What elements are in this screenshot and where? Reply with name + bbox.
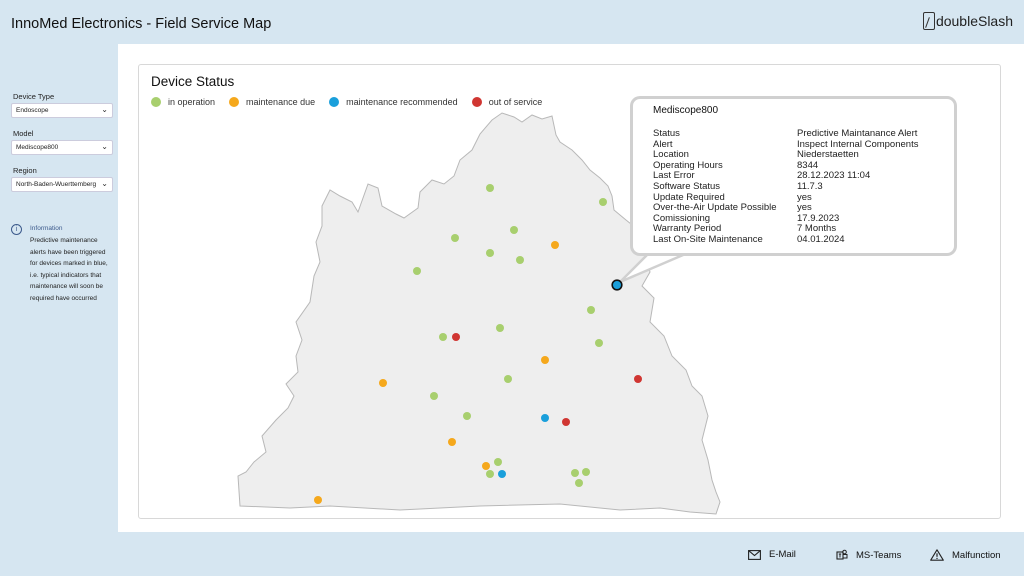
device-marker-in-operation	[496, 324, 504, 332]
popup-row-software-status: Software Status 11.7.3	[653, 181, 953, 192]
ms-teams-button[interactable]: MS-Teams	[836, 549, 901, 561]
popup-row-operating-hours: Operating Hours 8344	[653, 160, 953, 171]
device-marker-in-operation	[575, 479, 583, 487]
popup-key: Last Error	[653, 170, 695, 182]
popup-value: yes	[797, 202, 812, 214]
popup-row-alert: Alert Inspect Internal Components	[653, 139, 953, 150]
email-button[interactable]: E-Mail	[748, 549, 796, 560]
device-marker-in-operation	[582, 468, 590, 476]
device-marker-in-operation	[486, 470, 494, 478]
popup-row-last-maintenance: Last On-Site Maintenance 04.01.2024	[653, 234, 953, 245]
popup-value: 11.7.3	[797, 181, 823, 192]
popup-key: Over-the-Air Update Possible	[653, 202, 777, 214]
popup-value: 28.12.2023 11:04	[797, 170, 871, 182]
popup-key: Status	[653, 128, 680, 139]
device-marker-out-of-service	[562, 418, 570, 426]
teams-icon	[836, 549, 848, 560]
malfunction-label: Malfunction	[952, 549, 1001, 561]
popup-key: Software Status	[653, 181, 721, 192]
device-marker-maintenance-due	[482, 462, 490, 470]
popup-value: Niederstaetten	[797, 149, 859, 161]
device-marker-in-operation	[494, 458, 502, 466]
device-marker-out-of-service	[634, 375, 642, 383]
popup-value: Inspect Internal Components	[797, 138, 919, 150]
popup-title: Mediscope800	[653, 105, 719, 116]
popup-value: 7 Months	[797, 223, 837, 235]
popup-value: yes	[797, 191, 812, 203]
device-marker-in-operation	[571, 469, 579, 477]
popup-row-last-error: Last Error 28.12.2023 11:04	[653, 170, 953, 181]
footer-bar: E-Mail MS-Teams Malfunction	[0, 532, 1024, 576]
device-marker-in-operation	[595, 339, 603, 347]
email-label: E-Mail	[769, 549, 796, 560]
region-map[interactable]	[0, 0, 1024, 576]
popup-key: Location	[653, 149, 689, 161]
device-marker-in-operation	[516, 256, 524, 264]
device-marker-maintenance-due	[448, 438, 456, 446]
device-marker-in-operation	[486, 184, 494, 192]
device-marker-in-operation	[451, 234, 459, 242]
popup-key: Alert	[653, 138, 673, 150]
popup-row-comissioning: Comissioning 17.9.2023	[653, 213, 953, 224]
device-marker-in-operation	[510, 226, 518, 234]
popup-row-warranty-period: Warranty Period 7 Months	[653, 223, 953, 234]
popup-row-status: Status Predictive Maintanance Alert	[653, 128, 953, 139]
device-marker-in-operation	[413, 267, 421, 275]
device-marker-in-operation	[504, 375, 512, 383]
popup-row-ota-update: Over-the-Air Update Possible yes	[653, 202, 953, 213]
device-marker-in-operation	[486, 249, 494, 257]
device-marker-in-operation	[439, 333, 447, 341]
device-detail-popup: Mediscope800 Status Predictive Maintanan…	[630, 96, 957, 256]
selected-device-marker[interactable]	[611, 279, 623, 291]
popup-key: Comissioning	[653, 212, 711, 224]
device-marker-maintenance-due	[541, 356, 549, 364]
device-marker-in-operation	[599, 198, 607, 206]
ms-teams-label: MS-Teams	[856, 549, 902, 561]
warning-icon	[930, 549, 944, 561]
malfunction-button[interactable]: Malfunction	[930, 549, 1001, 561]
device-marker-maintenance-recommended	[541, 414, 549, 422]
envelope-icon	[748, 549, 761, 560]
popup-key: Warranty Period	[653, 223, 722, 235]
popup-row-location: Location Niederstaetten	[653, 149, 953, 160]
popup-value: Predictive Maintanance Alert	[797, 128, 918, 139]
device-marker-out-of-service	[452, 333, 460, 341]
popup-value: 8344	[797, 159, 819, 171]
popup-row-update-required: Update Required yes	[653, 192, 953, 203]
device-marker-maintenance-due	[379, 379, 387, 387]
device-marker-maintenance-due	[314, 496, 322, 504]
popup-key: Operating Hours	[653, 159, 723, 171]
device-marker-in-operation	[430, 392, 438, 400]
device-marker-in-operation	[463, 412, 471, 420]
popup-key: Last On-Site Maintenance	[653, 234, 763, 245]
device-marker-in-operation	[587, 306, 595, 314]
popup-value: 04.01.2024	[797, 234, 845, 245]
device-marker-maintenance-due	[551, 241, 559, 249]
popup-value: 17.9.2023	[797, 212, 840, 224]
device-marker-maintenance-recommended	[498, 470, 506, 478]
popup-key: Update Required	[653, 191, 725, 203]
